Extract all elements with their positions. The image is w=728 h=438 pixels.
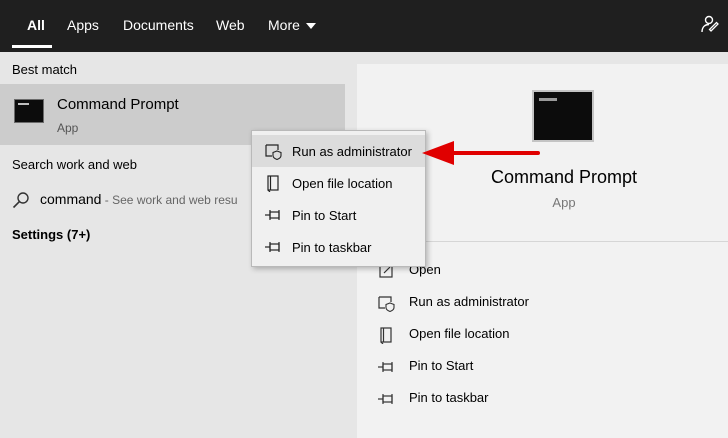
search-icon xyxy=(12,192,29,209)
detail-action-label: Pin to Start xyxy=(409,358,474,373)
result-subtitle: App xyxy=(57,121,79,135)
active-tab-indicator xyxy=(12,45,52,48)
detail-action-pin-to-taskbar[interactable]: Pin to taskbar xyxy=(377,388,677,410)
settings-results-heading[interactable]: Settings (7+) xyxy=(12,227,90,242)
web-search-suggestion[interactable]: command - See work and web resu xyxy=(0,186,255,212)
tab-apps[interactable]: Apps xyxy=(67,0,99,52)
search-hint: - See work and web resu xyxy=(101,193,238,207)
detail-action-label: Run as administrator xyxy=(409,294,529,309)
detail-action-label: Pin to taskbar xyxy=(409,390,489,405)
shield-icon xyxy=(378,296,395,312)
menu-item-label: Pin to taskbar xyxy=(292,240,372,255)
detail-action-pin-to-start[interactable]: Pin to Start xyxy=(377,356,677,378)
search-tab-bar: All Apps Documents Web More xyxy=(0,0,728,52)
command-prompt-large-icon xyxy=(532,90,594,142)
tab-more[interactable]: More xyxy=(268,0,316,52)
search-web-heading: Search work and web xyxy=(12,157,138,172)
tab-web[interactable]: Web xyxy=(216,0,245,52)
pin-icon xyxy=(378,394,393,404)
menu-item-pin-to-start[interactable]: Pin to Start xyxy=(252,199,425,231)
annotation-arrow-icon xyxy=(422,141,540,165)
tab-documents[interactable]: Documents xyxy=(123,0,194,52)
pin-icon xyxy=(265,210,280,220)
menu-item-label: Open file location xyxy=(292,176,393,191)
detail-action-label: Open file location xyxy=(409,326,510,341)
result-title: Command Prompt xyxy=(57,96,179,113)
command-prompt-icon xyxy=(14,99,44,123)
menu-item-pin-to-taskbar[interactable]: Pin to taskbar xyxy=(252,231,425,263)
shield-icon xyxy=(265,144,282,160)
menu-item-label: Run as administrator xyxy=(292,144,412,159)
file-location-icon xyxy=(267,175,279,192)
pin-icon xyxy=(265,242,280,252)
menu-item-run-as-admin[interactable]: Run as administrator xyxy=(252,135,425,167)
file-location-icon xyxy=(380,327,392,344)
menu-item-label: Pin to Start xyxy=(292,208,357,223)
feedback-icon[interactable] xyxy=(700,14,720,34)
context-menu: Run as administrator Open file location … xyxy=(251,130,426,267)
detail-action-open-file-location[interactable]: Open file location xyxy=(377,324,677,346)
detail-action-run-as-admin[interactable]: Run as administrator xyxy=(377,292,677,314)
pin-icon xyxy=(378,362,393,372)
search-suggestion-text: command - See work and web resu xyxy=(40,191,238,207)
chevron-down-icon xyxy=(305,23,316,30)
best-match-heading: Best match xyxy=(12,62,78,77)
menu-item-open-file-location[interactable]: Open file location xyxy=(252,167,425,199)
tab-more-label: More xyxy=(268,17,300,33)
search-query: command xyxy=(40,191,102,207)
